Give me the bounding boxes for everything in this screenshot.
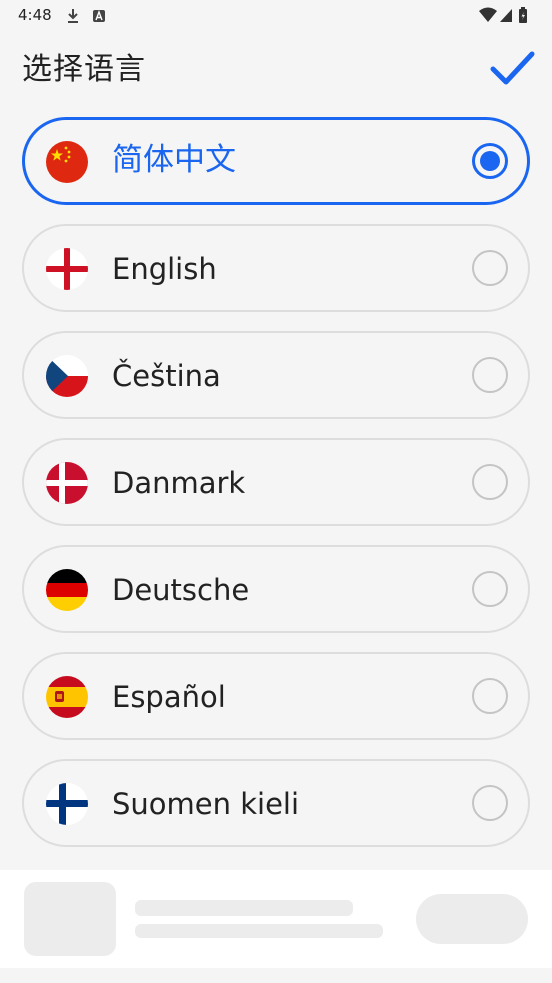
radio-button[interactable] [472,678,508,714]
language-label: English [112,252,217,286]
denmark-flag-icon [46,462,88,504]
language-option-german[interactable]: Deutsche [22,545,530,633]
radio-button-selected[interactable] [472,143,508,179]
radio-button[interactable] [472,571,508,607]
germany-flag-icon [46,569,88,611]
language-option-czech[interactable]: Čeština [22,331,530,419]
download-icon [68,9,78,23]
language-label: Suomen kieli [112,787,300,821]
language-option-chinese[interactable]: 简体中文 [22,117,530,205]
radio-button[interactable] [472,464,508,500]
wifi-icon [479,7,497,22]
language-option-danish[interactable]: Danmark [22,438,530,526]
battery-icon [519,7,527,23]
china-flag-icon [46,141,88,183]
app-a-icon [93,10,105,22]
language-label: Danmark [112,466,246,500]
ad-thumbnail-placeholder [24,882,116,956]
radio-dot [480,151,500,171]
language-list: 简体中文 English Čeština Danmark Deutsche Es… [22,117,530,866]
language-label: 简体中文 [112,142,236,178]
radio-button[interactable] [472,785,508,821]
header: 选择语言 [0,32,552,100]
ad-title-placeholder [135,900,353,916]
checkmark-icon [490,51,535,85]
spain-flag-icon [46,676,88,718]
status-time: 4:48 [18,6,52,24]
language-option-english[interactable]: English [22,224,530,312]
language-option-spanish[interactable]: Español [22,652,530,740]
language-label: Deutsche [112,573,250,607]
ad-placeholder-panel [0,870,552,968]
radio-button[interactable] [472,357,508,393]
ad-button-placeholder[interactable] [416,894,528,944]
confirm-button[interactable] [488,44,536,92]
status-left-icons [66,7,110,29]
ad-subtitle-placeholder [135,924,383,938]
finland-flag-icon [46,783,88,825]
status-bar: 4:48 [0,0,552,32]
language-label: Español [112,680,226,714]
signal-icon [500,9,512,22]
language-option-finnish[interactable]: Suomen kieli [22,759,530,847]
status-right-icons [478,6,538,30]
england-flag-icon [46,248,88,290]
page-title: 选择语言 [22,52,146,87]
language-label: Čeština [112,359,221,393]
radio-button[interactable] [472,250,508,286]
czech-flag-icon [46,355,88,397]
